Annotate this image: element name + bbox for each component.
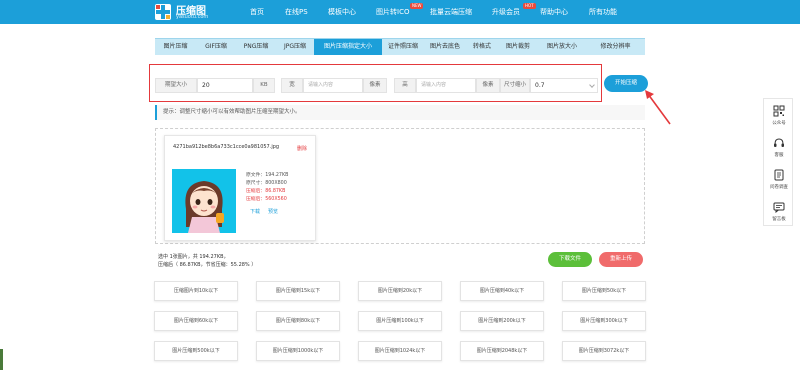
side-label: 公众号 bbox=[772, 121, 786, 126]
side-item-wechat[interactable]: 公众号 bbox=[764, 101, 794, 131]
target-size-input[interactable]: 20 bbox=[197, 78, 253, 93]
width-input[interactable]: 请输入内容 bbox=[303, 78, 363, 93]
site-logo[interactable]: 压缩图 yasuotu.com bbox=[154, 2, 218, 22]
tab-resolution[interactable]: 修改分辨率 bbox=[586, 39, 645, 55]
file-name: 4271ba912be8b6a733c1cce0a981057.jpg bbox=[173, 144, 280, 150]
preset-button[interactable]: 图片压缩到15k以下 bbox=[256, 281, 340, 301]
compression-params: 期望大小 20 KB 宽 请输入内容 像素 高 请输入内容 像素 尺寸缩小 0.… bbox=[149, 64, 602, 102]
scale-label: 尺寸缩小 bbox=[500, 78, 530, 93]
preset-button[interactable]: 图片压缩到500k以下 bbox=[154, 341, 238, 361]
preview-link[interactable]: 预览 bbox=[268, 208, 278, 215]
cartoon-girl-image bbox=[172, 169, 236, 233]
nav-vip[interactable]: 升级会员 bbox=[492, 7, 520, 17]
width-unit: 像素 bbox=[363, 78, 387, 93]
side-float-panel: 公众号 客服 问卷调查 留言板 bbox=[763, 98, 793, 226]
tab-id-photo-compress[interactable]: 证件照压缩 bbox=[382, 39, 424, 55]
preset-button[interactable]: 图片压缩到2048k以下 bbox=[460, 341, 544, 361]
tab-crop[interactable]: 图片裁剪 bbox=[498, 39, 538, 55]
tab-resize[interactable]: 图片放大小 bbox=[538, 39, 586, 55]
preset-button[interactable]: 图片压缩到1024k以下 bbox=[358, 341, 442, 361]
original-dimensions: 原尺寸：800X800 bbox=[246, 181, 287, 186]
scale-select[interactable]: 0.7 bbox=[530, 78, 598, 93]
new-badge: NEW bbox=[410, 3, 424, 9]
wechat-qr-icon bbox=[773, 105, 785, 117]
preset-button[interactable]: 图片压缩到60k以下 bbox=[154, 311, 238, 331]
image-thumbnail[interactable] bbox=[172, 169, 236, 233]
preset-button[interactable]: 图片压缩到40k以下 bbox=[460, 281, 544, 301]
nav-online-ps[interactable]: 在线PS bbox=[285, 7, 308, 17]
delete-link[interactable]: 删除 bbox=[297, 145, 307, 152]
side-item-survey[interactable]: 问卷调查 bbox=[764, 165, 794, 195]
preset-button[interactable]: 图片压缩到50k以下 bbox=[562, 281, 646, 301]
target-size-label: 期望大小 bbox=[155, 78, 197, 93]
preset-button[interactable]: 图片压缩到100k以下 bbox=[358, 311, 442, 331]
red-arrow-icon bbox=[645, 90, 671, 125]
side-label: 留言板 bbox=[772, 217, 786, 222]
logo-mark-icon bbox=[155, 4, 171, 20]
tab-convert-format[interactable]: 转格式 bbox=[466, 39, 498, 55]
preset-button[interactable]: 图片压缩到300k以下 bbox=[562, 311, 646, 331]
side-label: 客服 bbox=[774, 153, 784, 158]
survey-icon bbox=[774, 169, 784, 181]
height-input[interactable]: 请输入内容 bbox=[416, 78, 476, 93]
tab-remove-background[interactable]: 图片去底色 bbox=[424, 39, 466, 55]
scale-select-value: 0.7 bbox=[535, 82, 545, 89]
side-label: 问卷调查 bbox=[770, 185, 788, 190]
tab-compress-to-size[interactable]: 图片压缩指定大小 bbox=[314, 39, 382, 55]
hot-badge: HOT bbox=[523, 3, 536, 9]
compressed-size: 压缩后：86.87KB bbox=[246, 189, 286, 194]
tab-gif-compress[interactable]: GIF压缩 bbox=[196, 39, 236, 55]
preset-button[interactable]: 图片压缩到80k以下 bbox=[256, 311, 340, 331]
preset-button[interactable]: 图片压缩到3072k以下 bbox=[562, 341, 646, 361]
nav-templates[interactable]: 模板中心 bbox=[328, 7, 356, 17]
tab-image-compress[interactable]: 图片压缩 bbox=[155, 39, 196, 55]
tip-text: 提示：调整尺寸缩小可以有效帮助图片压缩至期望大小。 bbox=[155, 105, 645, 120]
preset-button[interactable]: 图片压缩到200k以下 bbox=[460, 311, 544, 331]
download-link[interactable]: 下载 bbox=[250, 208, 260, 215]
top-nav-bar: 压缩图 yasuotu.com 首页 在线PS 模板中心 图片转ICO NEW … bbox=[0, 0, 800, 24]
side-item-message[interactable]: 留言板 bbox=[764, 197, 794, 227]
side-item-service[interactable]: 客服 bbox=[764, 133, 794, 163]
nav-home[interactable]: 首页 bbox=[250, 7, 264, 17]
download-file-button[interactable]: 下载文件 bbox=[548, 252, 592, 267]
summary-line-1: 选中 1张图片，共 194.27KB， bbox=[158, 254, 229, 260]
height-label: 高 bbox=[394, 78, 416, 93]
logo-url: yasuotu.com bbox=[176, 14, 209, 20]
tab-jpg-compress[interactable]: JPG压缩 bbox=[276, 39, 314, 55]
nav-all-features[interactable]: 所有功能 bbox=[589, 7, 617, 17]
compressed-dimensions: 压缩后：560X560 bbox=[246, 197, 287, 202]
left-edge-marker bbox=[0, 349, 3, 370]
preset-button[interactable]: 图片压缩到1000k以下 bbox=[256, 341, 340, 361]
nav-help[interactable]: 帮助中心 bbox=[540, 7, 568, 17]
nav-ico[interactable]: 图片转ICO bbox=[376, 7, 409, 17]
summary-line-2: 压缩后（ 86.87KB，节省压缩：55.28% ） bbox=[158, 262, 257, 268]
tool-tab-bar: 图片压缩 GIF压缩 PNG压缩 JPG压缩 图片压缩指定大小 证件照压缩 图片… bbox=[155, 38, 645, 55]
target-size-unit: KB bbox=[253, 78, 275, 93]
preset-button[interactable]: 压缩图片到10k以下 bbox=[154, 281, 238, 301]
original-size: 原文件：194.27KB bbox=[246, 173, 289, 178]
reupload-button[interactable]: 重新上传 bbox=[599, 252, 643, 267]
preset-button[interactable]: 图片压缩到20k以下 bbox=[358, 281, 442, 301]
width-label: 宽 bbox=[281, 78, 303, 93]
file-card: 4271ba912be8b6a733c1cce0a981057.jpg 删除 原… bbox=[164, 135, 316, 241]
tab-png-compress[interactable]: PNG压缩 bbox=[236, 39, 276, 55]
height-unit: 像素 bbox=[476, 78, 500, 93]
chevron-down-icon bbox=[589, 82, 595, 88]
nav-batch-cloud[interactable]: 批量云端压缩 bbox=[430, 7, 472, 17]
message-icon bbox=[773, 202, 785, 213]
headset-icon bbox=[774, 138, 784, 147]
